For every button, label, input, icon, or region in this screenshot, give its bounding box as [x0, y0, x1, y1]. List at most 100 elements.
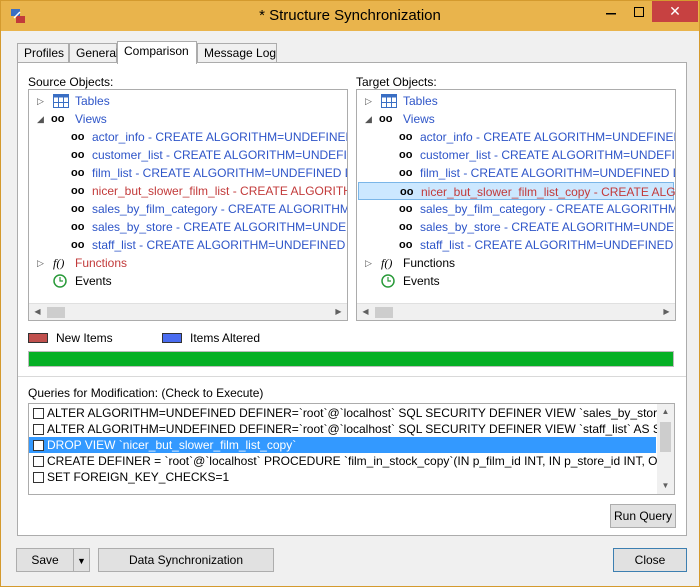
scroll-thumb[interactable]: [375, 307, 393, 318]
table-icon: [53, 94, 69, 108]
tree-label: Events: [403, 274, 440, 288]
tree-label: Tables: [75, 94, 110, 108]
target-view-item-selected[interactable]: oo nicer_but_slower_film_list_copy - CRE…: [358, 182, 676, 200]
view-icon: oo: [51, 113, 65, 125]
tree-label: staff_list - CREATE ALGORITHM=UNDEFINED …: [92, 238, 347, 252]
divider: [18, 376, 686, 377]
view-icon: oo: [71, 221, 85, 233]
save-button[interactable]: Save: [16, 548, 74, 572]
query-checkbox[interactable]: [33, 456, 44, 467]
view-icon: oo: [399, 221, 413, 233]
maximize-icon: [633, 6, 644, 17]
tree-label: nicer_but_slower_film_list_copy - CREATE…: [421, 185, 676, 199]
tree-label: Events: [75, 274, 112, 288]
query-checkbox[interactable]: [33, 440, 44, 451]
expand-icon[interactable]: ▷: [365, 92, 375, 110]
target-view-item[interactable]: oo actor_info - CREATE ALGORITHM=UNDEFIN…: [357, 128, 675, 146]
view-icon: oo: [399, 149, 413, 161]
scroll-right-icon[interactable]: ▶: [658, 304, 675, 320]
scroll-left-icon[interactable]: ◀: [29, 304, 46, 320]
query-text: DROP VIEW `nicer_but_slower_film_list_co…: [47, 438, 297, 452]
tree-label: sales_by_store - CREATE ALGORITHM=UNDEFI…: [420, 220, 675, 234]
event-clock-icon: [53, 274, 67, 288]
tree-label: sales_by_store - CREATE ALGORITHM=UNDEFI…: [92, 220, 347, 234]
view-icon: oo: [379, 113, 393, 125]
new-items-label: New Items: [56, 331, 113, 345]
queries-list[interactable]: ALTER ALGORITHM=UNDEFINED DEFINER=`root`…: [28, 403, 675, 495]
source-view-item[interactable]: oo sales_by_store - CREATE ALGORITHM=UND…: [29, 218, 347, 236]
source-events-node[interactable]: Events: [29, 272, 347, 290]
scroll-right-icon[interactable]: ▶: [330, 304, 347, 320]
minimize-icon: [605, 12, 616, 14]
source-view-item[interactable]: oo customer_list - CREATE ALGORITHM=UNDE…: [29, 146, 347, 164]
query-row[interactable]: ALTER ALGORITHM=UNDEFINED DEFINER=`root`…: [29, 421, 674, 437]
tree-label: nicer_but_slower_film_list - CREATE ALGO…: [92, 184, 347, 198]
source-tree[interactable]: ▷ Tables ◢ oo Views oo actor_info - CREA…: [28, 89, 348, 321]
target-tree[interactable]: ▷ Tables ◢ oo Views oo actor_info - CREA…: [356, 89, 676, 321]
source-view-item[interactable]: oo nicer_but_slower_film_list - CREATE A…: [29, 182, 347, 200]
comparison-panel: Source Objects: ▷ Tables ◢ oo Views oo a…: [17, 62, 687, 536]
source-view-item[interactable]: oo film_list - CREATE ALGORITHM=UNDEFINE…: [29, 164, 347, 182]
target-view-item[interactable]: oo staff_list - CREATE ALGORITHM=UNDEFIN…: [357, 236, 675, 254]
sync-progress-bar: [28, 351, 674, 367]
target-views-node[interactable]: ◢ oo Views: [357, 110, 675, 128]
source-view-item[interactable]: oo sales_by_film_category - CREATE ALGOR…: [29, 200, 347, 218]
source-functions-node[interactable]: ▷ f() Functions: [29, 254, 347, 272]
view-icon: oo: [399, 239, 413, 251]
target-view-item[interactable]: oo customer_list - CREATE ALGORITHM=UNDE…: [357, 146, 675, 164]
dropdown-arrow-icon: ▼: [77, 556, 86, 566]
query-row[interactable]: SET FOREIGN_KEY_CHECKS=1: [29, 469, 656, 485]
source-view-item[interactable]: oo staff_list - CREATE ALGORITHM=UNDEFIN…: [29, 236, 347, 254]
query-row[interactable]: ALTER ALGORITHM=UNDEFINED DEFINER=`root`…: [29, 405, 674, 421]
target-view-item[interactable]: oo sales_by_store - CREATE ALGORITHM=UND…: [357, 218, 675, 236]
query-checkbox[interactable]: [33, 408, 44, 419]
target-events-node[interactable]: Events: [357, 272, 675, 290]
target-view-item[interactable]: oo sales_by_film_category - CREATE ALGOR…: [357, 200, 675, 218]
query-checkbox[interactable]: [33, 424, 44, 435]
collapse-icon[interactable]: ◢: [37, 110, 47, 128]
minimize-button[interactable]: [597, 1, 624, 22]
maximize-button[interactable]: [625, 1, 652, 22]
source-views-node[interactable]: ◢ oo Views: [29, 110, 347, 128]
query-row[interactable]: CREATE DEFINER = `root`@`localhost` PROC…: [29, 453, 674, 469]
close-button[interactable]: Close: [613, 548, 687, 572]
tree-label: actor_info - CREATE ALGORITHM=UNDEFINED …: [420, 130, 676, 144]
tab-profiles[interactable]: Profiles: [17, 43, 69, 63]
save-dropdown-button[interactable]: ▼: [73, 548, 90, 572]
tab-general[interactable]: General: [69, 43, 119, 63]
source-tables-node[interactable]: ▷ Tables: [29, 92, 347, 110]
expand-icon[interactable]: ▷: [365, 254, 375, 272]
scroll-up-icon[interactable]: ▲: [657, 404, 674, 420]
query-checkbox[interactable]: [33, 472, 44, 483]
collapse-icon[interactable]: ◢: [365, 110, 375, 128]
target-tables-node[interactable]: ▷ Tables: [357, 92, 675, 110]
scroll-down-icon[interactable]: ▼: [657, 478, 674, 494]
queries-vertical-scrollbar[interactable]: ▲ ▼: [657, 404, 674, 494]
view-icon: oo: [399, 203, 413, 215]
source-view-item[interactable]: oo actor_info - CREATE ALGORITHM=UNDEFIN…: [29, 128, 347, 146]
query-text: CREATE DEFINER = `root`@`localhost` PROC…: [47, 454, 675, 468]
source-horizontal-scrollbar[interactable]: ◀ ▶: [29, 303, 347, 320]
target-view-item[interactable]: oo film_list - CREATE ALGORITHM=UNDEFINE…: [357, 164, 675, 182]
progress-fill: [29, 352, 673, 366]
target-functions-node[interactable]: ▷ f() Functions: [357, 254, 675, 272]
close-window-button[interactable]: ✕: [652, 1, 698, 22]
tab-comparison[interactable]: Comparison: [117, 41, 197, 64]
data-synchronization-button[interactable]: Data Synchronization: [98, 548, 274, 572]
scroll-thumb[interactable]: [47, 307, 65, 318]
queries-label: Queries for Modification: (Check to Exec…: [28, 386, 264, 400]
tree-label: customer_list - CREATE ALGORITHM=UNDEFIN…: [92, 148, 347, 162]
run-query-button[interactable]: Run Query: [610, 504, 676, 528]
view-icon: oo: [71, 239, 85, 251]
table-icon: [381, 94, 397, 108]
expand-icon[interactable]: ▷: [37, 254, 47, 272]
view-icon: oo: [71, 167, 85, 179]
target-horizontal-scrollbar[interactable]: ◀ ▶: [357, 303, 675, 320]
query-text: ALTER ALGORITHM=UNDEFINED DEFINER=`root`…: [47, 422, 675, 436]
view-icon: oo: [71, 185, 85, 197]
scroll-left-icon[interactable]: ◀: [357, 304, 374, 320]
query-row-selected[interactable]: DROP VIEW `nicer_but_slower_film_list_co…: [29, 437, 656, 453]
expand-icon[interactable]: ▷: [37, 92, 47, 110]
scroll-thumb[interactable]: [660, 422, 671, 452]
tab-message-log[interactable]: Message Log: [197, 43, 277, 63]
